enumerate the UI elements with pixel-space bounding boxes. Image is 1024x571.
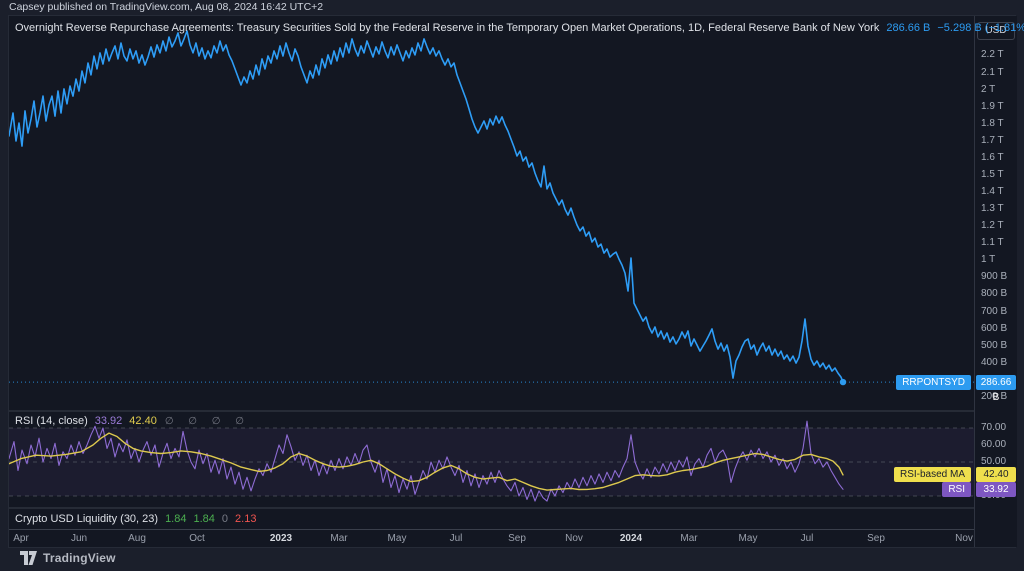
- time-tick: 2023: [269, 533, 293, 544]
- liquidity-value: 0: [221, 513, 229, 525]
- time-tick: May: [387, 533, 407, 544]
- price-tick: 700 B: [981, 305, 1008, 317]
- chart-container: Overnight Reverse Repurchase Agreements:…: [8, 15, 1024, 548]
- rsi-ma-tag: RSI-based MA: [893, 467, 971, 483]
- price-tick: 2.1 T: [981, 66, 1004, 78]
- time-tick: Nov: [565, 533, 583, 544]
- price-tick: 1.5 T: [981, 168, 1004, 180]
- price-tick: 600 B: [981, 322, 1008, 334]
- time-tick: Oct: [189, 533, 205, 544]
- main-last-value: 286.66 B: [886, 22, 931, 34]
- rsi-empty-markers: ∅ ∅ ∅ ∅: [164, 416, 250, 427]
- time-tick: 2024: [619, 533, 643, 544]
- rsi-legend-title: RSI (14, close): [15, 415, 88, 427]
- tradingview-logo-icon: [20, 551, 37, 565]
- liquidity-value: 1.84: [193, 513, 215, 525]
- time-tick: Aug: [128, 533, 146, 544]
- published-bar: Capsey published on TradingView.com, Aug…: [9, 1, 324, 13]
- price-tick: 1.4 T: [981, 186, 1004, 198]
- rsi-tick: 50.00: [981, 456, 1007, 467]
- liquidity-value: 1.84: [165, 513, 187, 525]
- time-tick: May: [738, 533, 758, 544]
- main-series-title: Overnight Reverse Repurchase Agreements:…: [15, 22, 880, 34]
- rsi-axis-tag: 33.92: [976, 481, 1016, 497]
- price-tick: 2 T: [981, 83, 996, 95]
- price-tick: 800 B: [981, 288, 1008, 300]
- price-tick: 900 B: [981, 271, 1008, 283]
- liquidity-title: Crypto USD Liquidity (30, 23): [15, 513, 159, 525]
- rsi-legend[interactable]: RSI (14, close) 33.92 42.40 ∅ ∅ ∅ ∅: [15, 415, 250, 427]
- rsi-tick: 60.00: [981, 439, 1007, 450]
- price-tick: 1.8 T: [981, 117, 1004, 129]
- price-tick: 1.7 T: [981, 134, 1004, 146]
- time-tick: Jul: [449, 533, 463, 544]
- time-tick: Nov: [955, 533, 973, 544]
- price-tick: 1.1 T: [981, 237, 1004, 249]
- rsi-ma-value: 42.40: [129, 415, 157, 427]
- time-tick: Mar: [680, 533, 698, 544]
- liquidity-values: 1.84 1.84 0 2.13: [158, 513, 256, 525]
- rsi-tick: 70.00: [981, 422, 1007, 433]
- price-tick: 1.2 T: [981, 220, 1004, 232]
- watermark-brand: TradingView: [43, 551, 116, 565]
- liquidity-value: 2.13: [235, 513, 257, 525]
- time-tick: Sep: [867, 533, 885, 544]
- symbol-price-tag: RRPONTSYD: [896, 374, 971, 390]
- price-tick: 1.9 T: [981, 100, 1004, 112]
- time-tick: Jun: [70, 533, 88, 544]
- time-tick: Apr: [13, 533, 29, 544]
- rsi-tag: RSI: [942, 481, 971, 497]
- last-price-axis-tag: 286.66 B: [976, 374, 1016, 403]
- chart-canvas[interactable]: [9, 16, 974, 530]
- price-scale[interactable]: USD 286.66 B 42.40 33.92 2.2 T 2.1 T2 T 1.…: [974, 16, 1017, 547]
- main-change-value: −5.298 B (−1.81%): [937, 22, 1024, 34]
- liquidity-legend[interactable]: Crypto USD Liquidity (30, 23) 1.84 1.84 0 2.…: [15, 513, 256, 525]
- rsi-value: 33.92: [94, 415, 123, 427]
- rsi-ma-axis-tag: 42.40: [976, 467, 1016, 483]
- time-tick: Mar: [330, 533, 348, 544]
- price-tick: 1.6 T: [981, 151, 1004, 163]
- main-series-legend[interactable]: Overnight Reverse Repurchase Agreements:…: [15, 22, 1024, 34]
- watermark[interactable]: TradingView: [20, 551, 116, 565]
- price-tick: 1 T: [981, 254, 996, 266]
- price-tick: 400 B: [981, 356, 1008, 368]
- time-tick: Jul: [800, 533, 814, 544]
- price-tick: 1.3 T: [981, 203, 1004, 215]
- time-tick: Sep: [508, 533, 526, 544]
- price-tick: 500 B: [981, 339, 1008, 351]
- price-tick: 2.2 T: [981, 49, 1004, 61]
